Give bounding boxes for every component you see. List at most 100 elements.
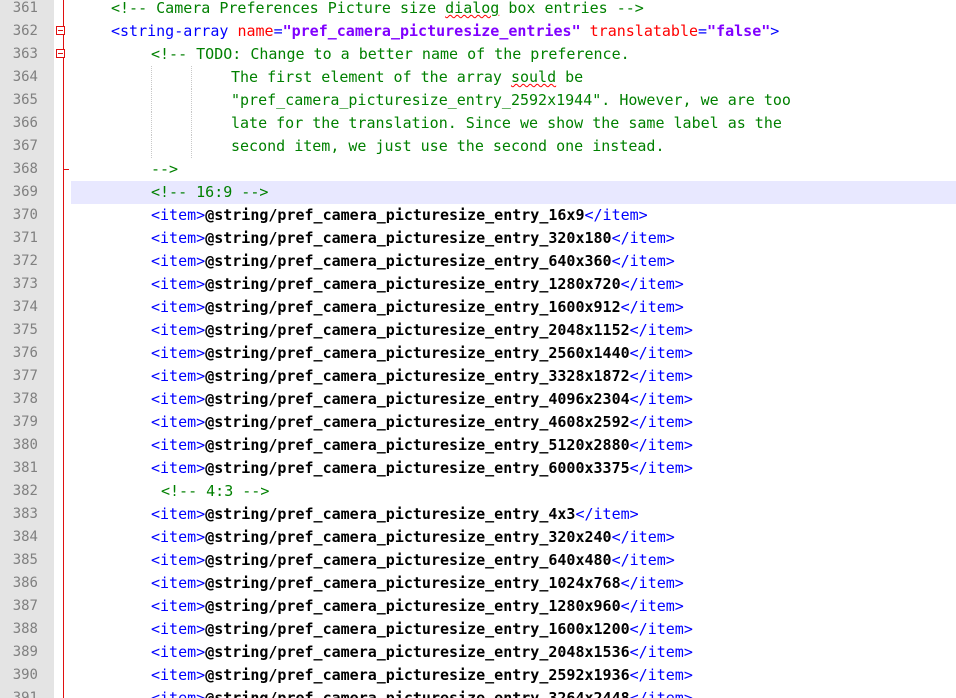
syntax-token-comment: second item, we just use the second one … [231,137,665,155]
code-line[interactable]: 372 <item>@string/pref_camera_picturesize… [0,250,956,273]
code-line-content[interactable]: <item>@string/pref_camera_picturesize_en… [71,457,956,480]
syntax-token-tag: </item> [611,229,675,247]
syntax-token-tag: <item> [151,620,206,638]
code-line[interactable]: 383 <item>@string/pref_camera_picturesize… [0,503,956,526]
code-text: <item>@string/pref_camera_picturesize_en… [151,227,675,250]
code-line[interactable]: 374 <item>@string/pref_camera_picturesize… [0,296,956,319]
code-text: <item>@string/pref_camera_picturesize_en… [151,503,639,526]
code-line[interactable]: 384 <item>@string/pref_camera_picturesize… [0,526,956,549]
code-line-content[interactable]: <item>@string/pref_camera_picturesize_en… [71,664,956,687]
syntax-token-tag: <item> [151,229,206,247]
syntax-token-tag: </item> [611,551,675,569]
code-line-content[interactable]: <!-- TODO: Change to a better name of th… [71,43,956,66]
code-line-content[interactable]: <item>@string/pref_camera_picturesize_en… [71,319,956,342]
code-line[interactable]: 361 <!-- Camera Preferences Picture size … [0,0,956,20]
syntax-token-comment: late for the translation. Since we show … [231,114,782,132]
code-line[interactable]: 391 <item>@string/pref_camera_picturesize… [0,687,956,698]
code-line-content[interactable]: <item>@string/pref_camera_picturesize_en… [71,434,956,457]
code-line[interactable]: 366 late for the translation. Since we sh… [0,112,956,135]
code-line[interactable]: 389 <item>@string/pref_camera_picturesize… [0,641,956,664]
code-line-content[interactable]: <!-- 16:9 --> [71,181,956,204]
code-line[interactable]: 390 <item>@string/pref_camera_picturesize… [0,664,956,687]
code-line[interactable]: 387 <item>@string/pref_camera_picturesize… [0,595,956,618]
syntax-token-tag: <item> [151,206,206,224]
code-line-content[interactable]: late for the translation. Since we show … [71,112,956,135]
line-number: 368 [12,161,38,177]
code-line-content[interactable]: <item>@string/pref_camera_picturesize_en… [71,204,956,227]
code-line[interactable]: 369 <!-- 16:9 --> [0,181,956,204]
code-line[interactable]: 385 <item>@string/pref_camera_picturesize… [0,549,956,572]
code-line[interactable]: 378 <item>@string/pref_camera_picturesize… [0,388,956,411]
code-line-content[interactable]: <item>@string/pref_camera_picturesize_en… [71,250,956,273]
code-line-content[interactable]: --> [71,158,956,181]
syntax-token-tag: </item> [611,528,675,546]
code-line[interactable]: 363 <!-- TODO: Change to a better name of… [0,43,956,66]
code-line-content[interactable]: <item>@string/pref_camera_picturesize_en… [71,526,956,549]
code-line[interactable]: 368 --> [0,158,956,181]
code-editor[interactable]: 361 <!-- Camera Preferences Picture size … [0,0,956,698]
code-text: <item>@string/pref_camera_picturesize_en… [151,411,693,434]
code-lines[interactable]: 361 <!-- Camera Preferences Picture size … [0,0,956,698]
syntax-token-comment: <!-- 4:3 --> [161,482,270,500]
code-line[interactable]: 376 <item>@string/pref_camera_picturesize… [0,342,956,365]
code-line-content[interactable]: <item>@string/pref_camera_picturesize_en… [71,365,956,388]
code-text: <string-array name="pref_camera_pictures… [111,20,779,43]
syntax-token-tag: </item> [629,413,693,431]
syntax-token-tag: = [698,22,708,40]
code-line-content[interactable]: <item>@string/pref_camera_picturesize_en… [71,342,956,365]
code-line-content[interactable]: <item>@string/pref_camera_picturesize_en… [71,388,956,411]
code-line[interactable]: 362 <string-array name="pref_camera_pictu… [0,20,956,43]
code-line[interactable]: 382 <!-- 4:3 --> [0,480,956,503]
syntax-token-tag: <item> [151,275,206,293]
line-number: 383 [12,506,38,522]
code-line[interactable]: 370 <item>@string/pref_camera_picturesize… [0,204,956,227]
code-text: <item>@string/pref_camera_picturesize_en… [151,296,684,319]
code-line[interactable]: 386 <item>@string/pref_camera_picturesize… [0,572,956,595]
code-line[interactable]: 371 <item>@string/pref_camera_picturesize… [0,227,956,250]
code-line[interactable]: 380 <item>@string/pref_camera_picturesize… [0,434,956,457]
code-line-content[interactable]: The first element of the array sould be [71,66,956,89]
code-line-content[interactable]: <string-array name="pref_camera_pictures… [71,20,956,43]
code-line[interactable]: 364 The first element of the array sould … [0,66,956,89]
indent-guide [151,89,152,112]
syntax-token-text: @string/pref_camera_picturesize_entry_40… [205,390,630,408]
spelling-error-word: dialog [445,0,500,17]
code-line[interactable]: 379 <item>@string/pref_camera_picturesize… [0,411,956,434]
code-line-content[interactable]: <item>@string/pref_camera_picturesize_en… [71,572,956,595]
code-line[interactable]: 373 <item>@string/pref_camera_picturesize… [0,273,956,296]
code-line-content[interactable]: <item>@string/pref_camera_picturesize_en… [71,296,956,319]
code-line[interactable]: 381 <item>@string/pref_camera_picturesize… [0,457,956,480]
code-line-content[interactable]: second item, we just use the second one … [71,135,956,158]
code-line[interactable]: 377 <item>@string/pref_camera_picturesize… [0,365,956,388]
code-text: <item>@string/pref_camera_picturesize_en… [151,250,675,273]
code-line-content[interactable]: <!-- 4:3 --> [71,480,956,503]
code-line-content[interactable]: <item>@string/pref_camera_picturesize_en… [71,503,956,526]
code-line-content[interactable]: <item>@string/pref_camera_picturesize_en… [71,227,956,250]
syntax-token-text: @string/pref_camera_picturesize_entry_64… [205,252,612,270]
code-line-content[interactable]: <item>@string/pref_camera_picturesize_en… [71,641,956,664]
syntax-token-tag: <item> [151,321,206,339]
fold-collapse-icon[interactable] [56,26,65,35]
syntax-token-comment: "pref_camera_picturesize_entry_2592x1944… [231,91,791,109]
code-line-content[interactable]: <item>@string/pref_camera_picturesize_en… [71,618,956,641]
code-line-content[interactable]: "pref_camera_picturesize_entry_2592x1944… [71,89,956,112]
code-line[interactable]: 388 <item>@string/pref_camera_picturesize… [0,618,956,641]
syntax-token-tag: <item> [151,367,206,385]
code-line[interactable]: 367 second item, we just use the second o… [0,135,956,158]
code-line[interactable]: 375 <item>@string/pref_camera_picturesize… [0,319,956,342]
code-text: <item>@string/pref_camera_picturesize_en… [151,572,684,595]
code-text: second item, we just use the second one … [231,135,664,158]
code-line[interactable]: 365 "pref_camera_picturesize_entry_2592x1… [0,89,956,112]
code-line-content[interactable]: <item>@string/pref_camera_picturesize_en… [71,687,956,698]
code-line-content[interactable]: <item>@string/pref_camera_picturesize_en… [71,595,956,618]
line-number: 388 [12,621,38,637]
code-line-content[interactable]: <item>@string/pref_camera_picturesize_en… [71,549,956,572]
code-line-content[interactable]: <!-- Camera Preferences Picture size dia… [71,0,956,20]
fold-collapse-icon[interactable] [56,49,65,58]
line-number: 367 [12,138,38,154]
line-number: 378 [12,391,38,407]
code-line-content[interactable]: <item>@string/pref_camera_picturesize_en… [71,411,956,434]
code-line-content[interactable]: <item>@string/pref_camera_picturesize_en… [71,273,956,296]
code-text: "pref_camera_picturesize_entry_2592x1944… [231,89,791,112]
syntax-token-attr: translatable [589,22,699,40]
